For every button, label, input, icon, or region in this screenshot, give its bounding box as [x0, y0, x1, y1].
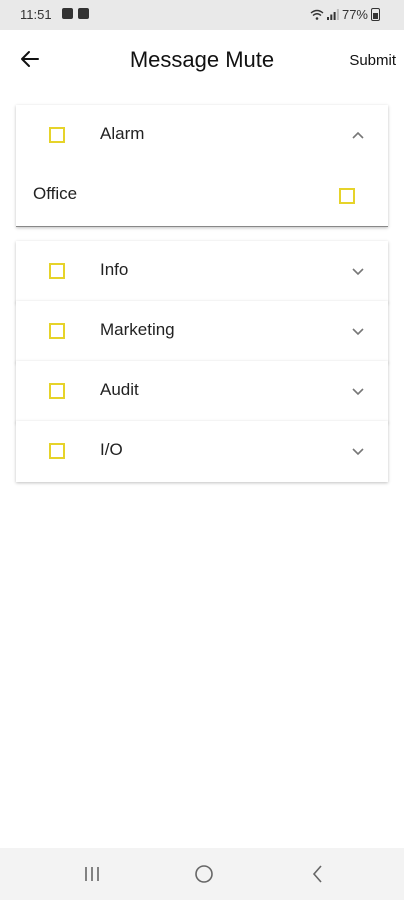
category-card-audit: Audit — [16, 361, 388, 423]
category-header-audit[interactable]: Audit — [16, 361, 388, 422]
check-notification-icon — [78, 8, 89, 19]
info-checkbox[interactable] — [49, 263, 65, 279]
card-divider — [16, 226, 388, 227]
category-card-alarm: Alarm Office — [16, 105, 388, 227]
system-nav-bar — [0, 848, 404, 900]
io-checkbox[interactable] — [49, 443, 65, 459]
status-right: 77% — [310, 7, 380, 22]
signal-icon — [326, 9, 339, 20]
home-circle-icon[interactable] — [191, 861, 217, 887]
app-bar: Message Mute Submit — [0, 30, 404, 92]
audit-checkbox[interactable] — [49, 383, 65, 399]
category-header-io[interactable]: I/O — [16, 421, 388, 482]
category-card-io: I/O — [16, 421, 388, 482]
wifi-icon — [310, 9, 324, 20]
chevron-down-icon[interactable] — [346, 321, 370, 341]
category-label-info: Info — [100, 260, 129, 279]
battery-icon — [371, 8, 380, 21]
category-label-io: I/O — [100, 440, 123, 459]
sub-item-office: Office — [16, 166, 388, 226]
chevron-up-icon[interactable] — [346, 125, 370, 145]
page-title: Message Mute — [129, 47, 275, 72]
recents-icon[interactable] — [79, 861, 105, 887]
category-header-info[interactable]: Info — [16, 241, 388, 302]
nav-back-icon[interactable] — [305, 861, 331, 887]
chevron-down-icon[interactable] — [346, 441, 370, 461]
chevron-down-icon[interactable] — [346, 261, 370, 281]
status-bar: 11:51 77% — [0, 0, 404, 30]
image-notification-icon — [62, 8, 73, 19]
notification-icons — [62, 8, 89, 19]
category-header-alarm[interactable]: Alarm — [16, 105, 388, 166]
marketing-checkbox[interactable] — [49, 323, 65, 339]
category-header-marketing[interactable]: Marketing — [16, 301, 388, 362]
status-time: 11:51 — [20, 7, 52, 22]
alarm-checkbox[interactable] — [49, 127, 65, 143]
category-label-alarm: Alarm — [100, 124, 145, 143]
chevron-down-icon[interactable] — [346, 381, 370, 401]
sub-item-label-office: Office — [33, 184, 78, 203]
battery-percent: 77% — [341, 7, 368, 22]
category-label-marketing: Marketing — [100, 320, 175, 339]
office-checkbox[interactable] — [339, 188, 355, 204]
category-card-marketing: Marketing — [16, 301, 388, 363]
category-card-info: Info — [16, 241, 388, 303]
category-label-audit: Audit — [100, 380, 139, 399]
submit-button[interactable]: Submit — [349, 52, 396, 69]
